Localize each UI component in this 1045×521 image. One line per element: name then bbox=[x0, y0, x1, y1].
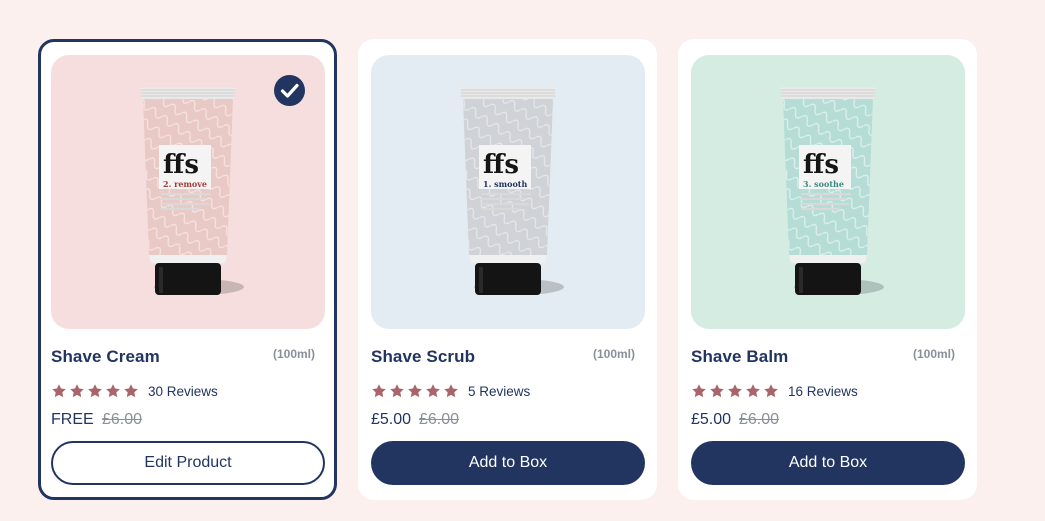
original-price: £6.00 bbox=[102, 411, 143, 428]
product-image[interactable]: ffs 3. soothe bbox=[691, 55, 965, 329]
star-icon bbox=[691, 383, 707, 399]
star-icon bbox=[123, 383, 139, 399]
star-icon bbox=[425, 383, 441, 399]
brand-text: ffs bbox=[803, 150, 839, 180]
star-icon bbox=[371, 383, 387, 399]
original-price: £6.00 bbox=[419, 411, 460, 428]
rating-stars bbox=[371, 383, 459, 399]
product-image[interactable]: ffs 2. remove bbox=[51, 55, 325, 329]
product-tube-image: ffs 3. soothe bbox=[771, 87, 885, 302]
product-image[interactable]: ffs 1. smooth bbox=[371, 55, 645, 329]
step-text: 3. soothe bbox=[803, 179, 844, 189]
add-to-box-button[interactable]: Add to Box bbox=[371, 441, 645, 485]
star-icon bbox=[709, 383, 725, 399]
brand-text: ffs bbox=[483, 150, 519, 180]
star-icon bbox=[407, 383, 423, 399]
star-icon bbox=[87, 383, 103, 399]
star-icon bbox=[727, 383, 743, 399]
rating-stars bbox=[691, 383, 779, 399]
current-price: FREE bbox=[51, 411, 94, 428]
edit-product-button[interactable]: Edit Product bbox=[51, 441, 325, 485]
star-icon bbox=[105, 383, 121, 399]
current-price: £5.00 bbox=[691, 411, 732, 428]
review-count[interactable]: 5 Reviews bbox=[468, 384, 530, 399]
rating-stars bbox=[51, 383, 139, 399]
star-icon bbox=[443, 383, 459, 399]
star-icon bbox=[389, 383, 405, 399]
star-icon bbox=[69, 383, 85, 399]
product-card[interactable]: ffs 1. smooth Shave Scrub (100ml) 5 Review… bbox=[358, 39, 657, 500]
product-name[interactable]: Shave Balm bbox=[691, 347, 788, 367]
step-text: 1. smooth bbox=[483, 179, 527, 189]
current-price: £5.00 bbox=[371, 411, 412, 428]
star-icon bbox=[745, 383, 761, 399]
original-price: £6.00 bbox=[739, 411, 780, 428]
product-size: (100ml) bbox=[272, 347, 315, 361]
star-icon bbox=[51, 383, 67, 399]
step-text: 2. remove bbox=[163, 179, 207, 189]
product-size: (100ml) bbox=[912, 347, 955, 361]
product-card[interactable]: ffs 2. remove Shave Cream (100ml) 30 Revie… bbox=[38, 39, 337, 500]
product-card[interactable]: ffs 3. soothe Shave Balm (100ml) 16 Review… bbox=[678, 39, 977, 500]
product-name[interactable]: Shave Cream bbox=[51, 347, 160, 367]
product-name[interactable]: Shave Scrub bbox=[371, 347, 475, 367]
add-to-box-button[interactable]: Add to Box bbox=[691, 441, 965, 485]
brand-text: ffs bbox=[163, 150, 199, 180]
selected-check-icon bbox=[274, 75, 305, 106]
review-count[interactable]: 16 Reviews bbox=[788, 384, 858, 399]
star-icon bbox=[763, 383, 779, 399]
product-tube-image: ffs 1. smooth bbox=[451, 87, 565, 302]
product-size: (100ml) bbox=[592, 347, 635, 361]
review-count[interactable]: 30 Reviews bbox=[148, 384, 218, 399]
product-tube-image: ffs 2. remove bbox=[131, 87, 245, 302]
